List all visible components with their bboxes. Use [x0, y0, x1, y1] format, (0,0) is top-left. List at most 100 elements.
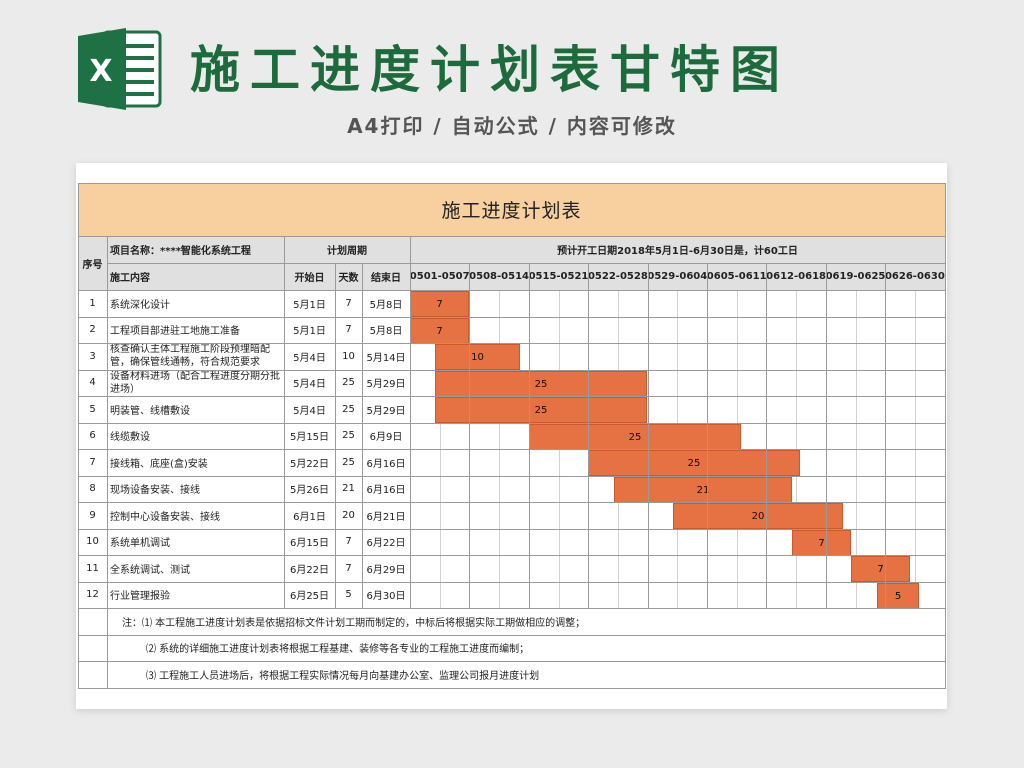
banner: X 施工进度计划表甘特图 A4打印 / 自动公式 / 内容可修改 [0, 0, 1024, 160]
header-schedule: 预计开工日期2018年5月1日-6月30日是，计60工日 [557, 246, 798, 257]
task-number: 2 [89, 324, 96, 336]
page-subtitle: A4打印 / 自动公式 / 内容可修改 [347, 114, 677, 138]
task-start-date: 6月15日 [289, 538, 330, 550]
task-start-date: 5月4日 [293, 379, 326, 391]
page-title: 施工进度计划表甘特图 [190, 41, 790, 99]
grid-line [78, 582, 945, 583]
gantt-bar: 10 [435, 344, 520, 370]
grid-line [78, 555, 945, 556]
gantt-bar: 5 [877, 583, 919, 609]
grid-line [78, 290, 945, 291]
task-days: 25 [342, 456, 355, 468]
gantt-bar-label: 25 [628, 431, 642, 443]
grid-line [78, 661, 945, 662]
task-name: 接线箱、底座(盒)安装 [110, 458, 208, 470]
gantt-bar: 7 [410, 318, 469, 344]
grid-line [766, 263, 767, 608]
gantt-bar: 25 [588, 450, 800, 476]
grid-line [78, 236, 945, 237]
task-end-date: 6月30日 [366, 591, 406, 603]
task-start-date: 5月1日 [293, 326, 326, 338]
task-start-date: 6月25日 [289, 591, 330, 603]
header-week: 0508-0514 [469, 271, 529, 282]
task-number: 10 [86, 536, 99, 548]
grid-line [78, 317, 945, 318]
task-days: 25 [342, 430, 355, 442]
task-end-date: 5月8日 [369, 299, 403, 311]
header-content: 施工内容 [110, 273, 150, 284]
grid-line [588, 263, 589, 608]
header-week: 0522-0528 [588, 271, 648, 282]
note-line: ⑵ 系统的详细施工进度计划表将根据工程基建、装修等各专业的工程施工进度而编制； [146, 644, 530, 656]
task-number: 11 [86, 562, 99, 574]
grid-line [78, 502, 945, 503]
task-days: 7 [345, 297, 352, 309]
task-end-date: 6月16日 [366, 485, 406, 497]
task-end-date: 5月14日 [366, 352, 406, 364]
header-week: 0605-0611 [707, 271, 767, 282]
note-line: ⑶ 工程施工人员进场后，将根据工程实际情况每月向基建办公室、监理公司报月进度计划 [146, 670, 540, 682]
grid-line [469, 263, 470, 608]
header-week: 0501-0507 [410, 271, 470, 282]
header-days: 天数 [338, 273, 359, 284]
grid-line [78, 529, 945, 530]
task-days: 25 [342, 403, 355, 415]
grid-line [826, 263, 827, 608]
task-name: 核查确认主体工程施工阶段预埋暗配管，确保管线通畅，符合规范要求 [110, 344, 270, 369]
task-start-date: 5月26日 [289, 485, 330, 497]
gantt-bar-label: 5 [894, 590, 902, 602]
header-start-date: 开始日 [294, 273, 325, 284]
grid-line [707, 263, 708, 608]
task-name: 工程项目部进驻工地施工准备 [110, 326, 240, 338]
task-start-date: 5月4日 [293, 405, 326, 417]
header-week: 0529-0604 [647, 271, 707, 282]
grid-line [362, 263, 363, 608]
grid-line [78, 635, 945, 636]
task-number: 12 [86, 589, 99, 601]
task-name: 现场设备安装、接线 [110, 485, 200, 497]
task-name: 全系统调试、测试 [110, 564, 190, 576]
grid-line [107, 608, 108, 688]
gantt-bar-label: 7 [877, 563, 884, 575]
grid-line [78, 370, 945, 371]
grid-line [107, 236, 108, 608]
grid-line [78, 608, 945, 609]
grid-line [945, 183, 946, 689]
grid-line [78, 687, 945, 689]
svg-text:X: X [89, 54, 112, 89]
header-week: 0515-0521 [528, 271, 589, 282]
task-start-date: 5月1日 [293, 299, 326, 311]
grid-line [529, 263, 530, 608]
task-days: 20 [342, 509, 355, 521]
grid-line [885, 263, 886, 608]
task-end-date: 6月21日 [366, 511, 406, 523]
task-days: 21 [342, 483, 355, 495]
gantt-bar: 7 [851, 556, 910, 582]
task-name: 系统单机调试 [110, 538, 170, 550]
note-line: 注：⑴ 本工程施工进度计划表是依据招标文件计划工期而制定的，中标后将根据实际工期… [122, 617, 586, 629]
task-end-date: 6月22日 [366, 538, 406, 550]
header-plan-period: 计划周期 [327, 246, 367, 257]
task-end-date: 5月29日 [366, 405, 406, 417]
gantt-bar-label: 7 [818, 537, 825, 549]
header-week: 0612-0618 [766, 271, 826, 282]
gantt-bar: 25 [529, 424, 741, 450]
task-start-date: 5月4日 [293, 352, 326, 364]
grid-line [648, 263, 649, 608]
task-days: 5 [345, 589, 352, 601]
task-name: 线缆敷设 [110, 432, 150, 444]
task-days: 7 [345, 536, 352, 548]
grid-line [410, 236, 411, 608]
task-end-date: 6月16日 [366, 458, 406, 470]
gantt-bar-label: 7 [436, 298, 443, 310]
task-number: 1 [89, 297, 96, 309]
grid-line [78, 396, 945, 397]
task-days: 10 [342, 350, 355, 362]
task-name: 控制中心设备安装、接线 [110, 511, 220, 523]
gantt-bar-label: 20 [751, 510, 765, 522]
gantt-bar-label: 25 [534, 378, 548, 390]
task-name: 行业管理报验 [110, 591, 170, 603]
gantt-bar: 25 [435, 371, 647, 397]
task-end-date: 6月9日 [369, 432, 403, 444]
header-seq: 序号 [82, 259, 103, 271]
